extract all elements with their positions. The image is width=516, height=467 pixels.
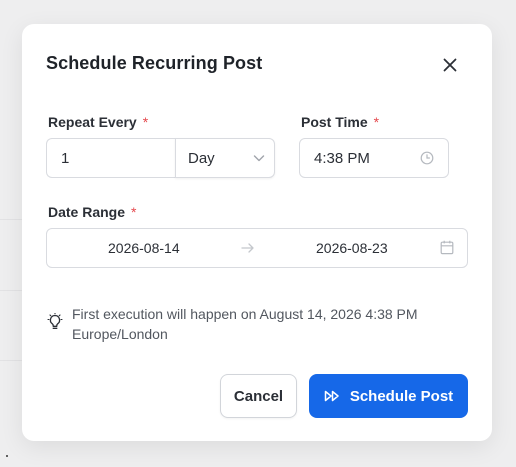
background-divider	[0, 360, 22, 361]
date-range-label-text: Date Range	[48, 204, 126, 220]
required-mark: *	[131, 204, 137, 220]
cancel-button[interactable]: Cancel	[220, 374, 297, 418]
chevron-down-icon	[253, 155, 265, 162]
cancel-button-label: Cancel	[233, 387, 284, 405]
required-mark: *	[142, 114, 149, 130]
repeat-every-label-text: Repeat Every	[48, 114, 137, 130]
schedule-dialog: Schedule Recurring Post Repeat Every * 1 …	[22, 24, 492, 441]
close-button[interactable]	[440, 55, 460, 75]
calendar-icon	[440, 240, 454, 255]
schedule-post-button[interactable]: Schedule Post	[309, 374, 468, 418]
date-range-start[interactable]: 2026-08-14	[108, 240, 180, 256]
close-icon	[443, 58, 457, 72]
background-divider	[0, 219, 22, 220]
background-divider	[0, 290, 22, 291]
post-time-label-text: Post Time	[301, 114, 368, 130]
lightbulb-icon	[47, 313, 63, 329]
post-time-label: Post Time *	[301, 114, 379, 130]
repeat-count-value: 1	[61, 150, 70, 167]
repeat-unit-select[interactable]: Day	[175, 138, 275, 178]
post-time-value: 4:38 PM	[314, 150, 370, 167]
schedule-post-button-label: Schedule Post	[349, 387, 454, 405]
arrow-right-icon	[241, 243, 254, 253]
required-mark: *	[373, 114, 380, 130]
date-range-label: Date Range *	[48, 204, 136, 220]
date-range-picker[interactable]: 2026-08-14 2026-08-23	[46, 228, 468, 268]
first-execution-note: First execution will happen on August 14…	[72, 306, 418, 342]
background-dot	[6, 455, 8, 457]
post-time-picker[interactable]: 4:38 PM	[299, 138, 449, 178]
dialog-title: Schedule Recurring Post	[46, 53, 263, 73]
repeat-every-label: Repeat Every *	[48, 114, 148, 130]
repeat-count-input[interactable]: 1	[46, 138, 176, 178]
repeat-unit-value: Day	[188, 150, 215, 167]
date-range-end[interactable]: 2026-08-23	[316, 240, 388, 256]
fast-forward-icon	[324, 390, 339, 402]
clock-icon	[420, 151, 434, 165]
